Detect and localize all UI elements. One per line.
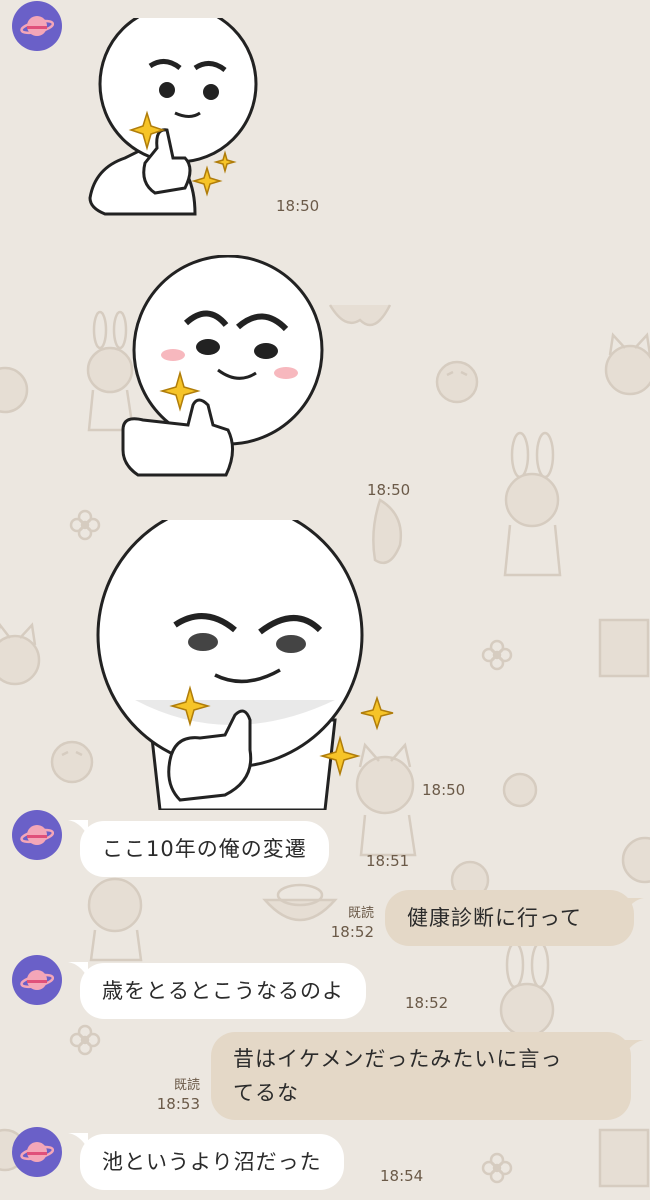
thumbs-up-face-sticker-2[interactable] xyxy=(118,254,333,485)
character-doodle xyxy=(0,366,29,414)
message-bubble[interactable]: 昔はイケメンだったみたいに言っ てるな xyxy=(211,1032,631,1120)
frame-doodle xyxy=(598,618,650,678)
thumbs-up-face-sticker-1[interactable] xyxy=(85,4,260,218)
avatar[interactable] xyxy=(12,1,62,51)
thumbs-up-face-sticker-3[interactable] xyxy=(95,501,400,812)
cat-doodle xyxy=(0,622,41,686)
cat-doodle xyxy=(604,332,650,396)
bubble-tail xyxy=(624,898,644,914)
message-time: 18:51 xyxy=(366,852,410,870)
message-time: 18:52 xyxy=(405,994,449,1012)
avatar[interactable] xyxy=(12,1127,62,1177)
message-time: 18:54 xyxy=(380,1167,424,1185)
character-doodle xyxy=(328,304,392,327)
character-doodle xyxy=(502,772,538,808)
tiger-doodle xyxy=(435,360,479,404)
message-bubble[interactable]: 池というより沼だった xyxy=(80,1134,344,1190)
message-bubble[interactable]: 歳をとるとこうなるのよ xyxy=(80,963,366,1019)
bunny-doodle xyxy=(503,431,562,577)
avatar[interactable] xyxy=(12,810,62,860)
tiger-doodle xyxy=(50,740,94,784)
flower-doodle xyxy=(481,1152,513,1184)
message-time: 18:50 xyxy=(367,481,411,499)
avatar[interactable] xyxy=(12,955,62,1005)
message-line: 昔はイケメンだったみたいに言っ xyxy=(233,1047,563,1071)
character-doodle xyxy=(621,836,650,884)
message-bubble[interactable]: ここ10年の俺の変遷 xyxy=(80,821,329,877)
read-status: 既読 18:52 xyxy=(330,906,374,941)
planet-icon xyxy=(20,825,54,845)
cat-doodle xyxy=(87,877,143,962)
bowl-doodle xyxy=(262,883,338,922)
message-time: 18:50 xyxy=(422,781,466,799)
planet-icon xyxy=(20,1142,54,1162)
flower-doodle xyxy=(69,1024,101,1056)
frame-doodle xyxy=(598,1128,650,1188)
flower-doodle xyxy=(481,639,513,671)
message-bubble[interactable]: 健康診断に行って xyxy=(385,890,634,946)
message-time: 18:50 xyxy=(276,197,320,215)
message-line: てるな xyxy=(233,1081,299,1105)
read-status: 既読 18:53 xyxy=(156,1078,200,1113)
planet-icon xyxy=(20,16,54,36)
bubble-tail xyxy=(624,1040,644,1056)
planet-icon xyxy=(20,970,54,990)
